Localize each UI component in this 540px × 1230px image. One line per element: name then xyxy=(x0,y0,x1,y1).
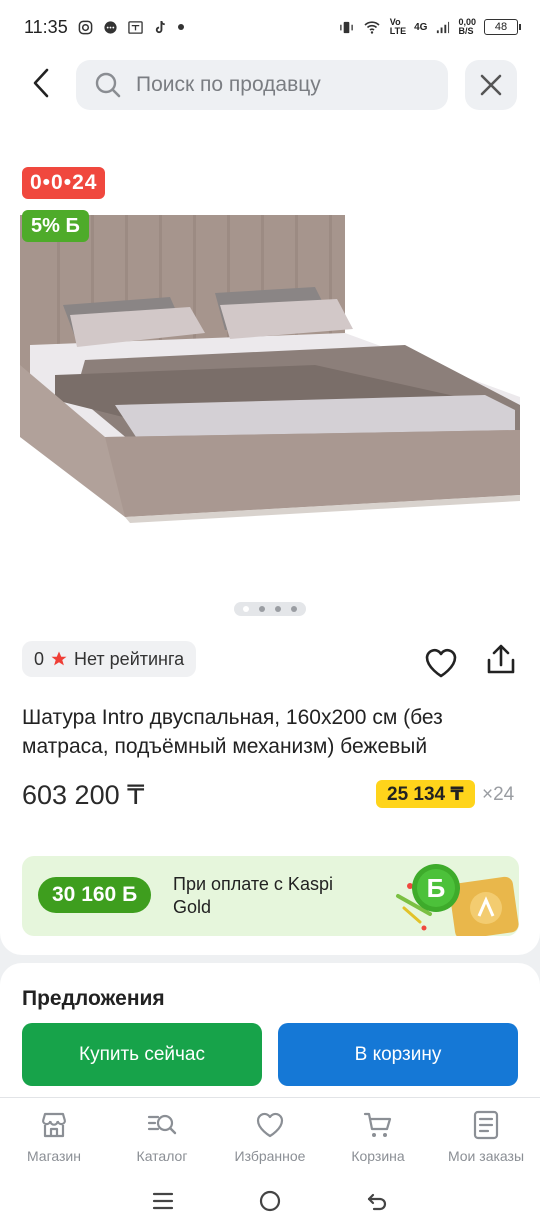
bonus-badge: 5% Б xyxy=(22,210,89,242)
offers-title: Предложения xyxy=(22,987,165,1010)
cart-icon xyxy=(363,1112,392,1137)
tiktok-icon xyxy=(155,20,165,33)
tab-label: Каталог xyxy=(136,1148,188,1164)
home-icon[interactable] xyxy=(258,1189,282,1213)
orders-icon xyxy=(473,1110,499,1140)
back-arrow-icon xyxy=(33,68,49,98)
notification-dot-icon xyxy=(177,24,184,30)
kaspi-gold-illustration-icon: Б xyxy=(396,864,519,936)
catalog-search-icon xyxy=(147,1114,177,1135)
translate-icon xyxy=(128,20,143,34)
bottom-tabbar: Магазин Каталог Избранное Корзина Мои за… xyxy=(0,1097,540,1172)
rating-text: Нет рейтинга xyxy=(74,648,185,669)
tab-label: Мои заказы xyxy=(447,1148,525,1164)
close-icon xyxy=(480,74,502,96)
tab-label: Корзина xyxy=(351,1148,405,1164)
seller-search-input[interactable] xyxy=(136,73,426,97)
star-icon xyxy=(51,651,67,666)
product-title: Шатура Intro двуспальная, 160x200 см (бе… xyxy=(22,706,443,758)
share-icon[interactable] xyxy=(483,642,519,678)
timer-badge: 0•0•24 xyxy=(22,167,106,199)
installment-term: ×24 xyxy=(482,784,515,805)
svg-text:Б: Б xyxy=(427,873,446,903)
tab-my-orders[interactable]: Мои заказы xyxy=(432,1098,540,1172)
tab-label: Магазин xyxy=(26,1148,81,1164)
tab-favorites[interactable]: Избранное xyxy=(216,1098,324,1172)
chat-icon xyxy=(104,20,117,34)
status-right: Vo LTE 4G 0,00 B/S 48 xyxy=(339,17,521,36)
tab-store[interactable]: Магазин xyxy=(0,1098,108,1172)
pagination-dot[interactable] xyxy=(275,606,281,612)
signal-icon xyxy=(437,21,450,33)
volte-label: Vo LTE xyxy=(389,17,407,36)
tab-label: Избранное xyxy=(234,1148,306,1164)
heart-icon xyxy=(256,1112,284,1138)
pagination-dot[interactable] xyxy=(243,606,249,612)
add-to-cart-button[interactable]: В корзину xyxy=(278,1023,518,1086)
close-button[interactable] xyxy=(465,60,517,110)
instagram-icon xyxy=(78,20,93,34)
store-icon xyxy=(41,1112,67,1138)
seller-search-box[interactable] xyxy=(76,60,448,110)
recent-apps-icon[interactable] xyxy=(151,1189,175,1213)
status-left: 11:35 xyxy=(24,17,184,38)
vibrate-icon xyxy=(340,21,353,33)
system-navigation-bar xyxy=(0,1172,540,1230)
rating-chip[interactable]: 0 Нет рейтинга xyxy=(22,641,197,677)
installment-price[interactable]: 25 134 ₸ xyxy=(376,780,475,808)
status-time: 11:35 xyxy=(24,16,68,37)
back-button[interactable] xyxy=(24,66,58,100)
product-price: 603 200 ₸ xyxy=(22,780,145,810)
pagination-dot[interactable] xyxy=(291,606,297,612)
product-card: 0•0•24 5% Б 0 Нет рейтинга Шатура Intro … xyxy=(0,120,540,955)
buy-now-button[interactable]: Купить сейчас xyxy=(22,1023,262,1086)
gold-bonus-amount: 30 160 Б xyxy=(38,877,152,913)
status-bar: 11:35 Vo LTE 4G 0,00 B/S 48 xyxy=(0,0,540,54)
favorite-heart-icon[interactable] xyxy=(423,645,459,681)
network-type-label: 4G xyxy=(414,21,428,33)
net-speed: 0,00 B/S xyxy=(458,17,476,36)
search-icon xyxy=(95,72,121,98)
battery-icon: 48 xyxy=(484,19,521,35)
kaspi-gold-banner[interactable]: 30 160 Б При оплате с Kaspi Gold Б xyxy=(22,856,519,936)
pagination-dot[interactable] xyxy=(259,606,265,612)
tab-catalog[interactable]: Каталог xyxy=(108,1098,216,1172)
gold-banner-text: При оплате с Kaspi Gold xyxy=(173,874,333,917)
image-pagination[interactable] xyxy=(234,602,306,616)
rating-value: 0 xyxy=(34,648,45,669)
offers-section: Предложения Купить сейчас В корзину xyxy=(0,963,540,1103)
product-image-bed[interactable] xyxy=(15,205,530,545)
system-back-icon[interactable] xyxy=(365,1189,389,1213)
header xyxy=(0,54,540,120)
tab-cart[interactable]: Корзина xyxy=(324,1098,432,1172)
wifi-icon xyxy=(364,21,380,34)
